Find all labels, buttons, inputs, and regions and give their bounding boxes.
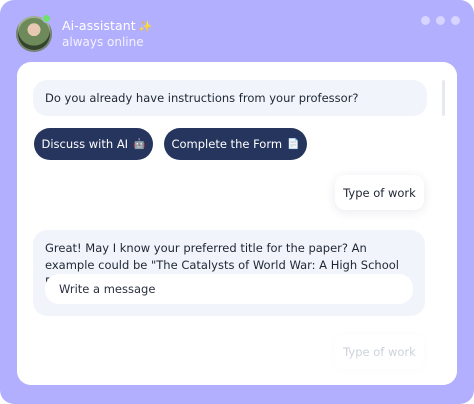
chat-window: Ai-assistant ✨ always online Do you alrea…: [0, 0, 474, 404]
message-input[interactable]: Write a message: [45, 274, 413, 304]
scrollbar[interactable]: [442, 80, 445, 116]
complete-form-label: Complete the Form: [171, 137, 283, 151]
assistant-name-text: Ai-assistant: [62, 18, 136, 33]
user-message: Type of work: [335, 334, 424, 369]
status-text: always online: [62, 35, 144, 49]
window-dot-icon[interactable]: [421, 16, 430, 25]
window-dot-icon[interactable]: [451, 16, 460, 25]
window-controls: [421, 16, 460, 25]
window-dot-icon[interactable]: [436, 16, 445, 25]
robot-icon: 🤖: [133, 138, 146, 150]
sparkle-icon: ✨: [138, 20, 153, 33]
document-icon: 📄: [287, 138, 300, 150]
discuss-with-ai-button[interactable]: Discuss with AI 🤖: [34, 128, 153, 160]
complete-form-button[interactable]: Complete the Form 📄: [164, 128, 307, 160]
discuss-with-ai-label: Discuss with AI: [41, 137, 129, 151]
assistant-message: Do you already have instructions from yo…: [33, 80, 427, 116]
user-message: Type of work: [335, 175, 424, 210]
chat-panel: Do you already have instructions from yo…: [17, 62, 457, 385]
assistant-name: Ai-assistant ✨: [62, 18, 153, 33]
online-status-dot: [42, 14, 51, 23]
